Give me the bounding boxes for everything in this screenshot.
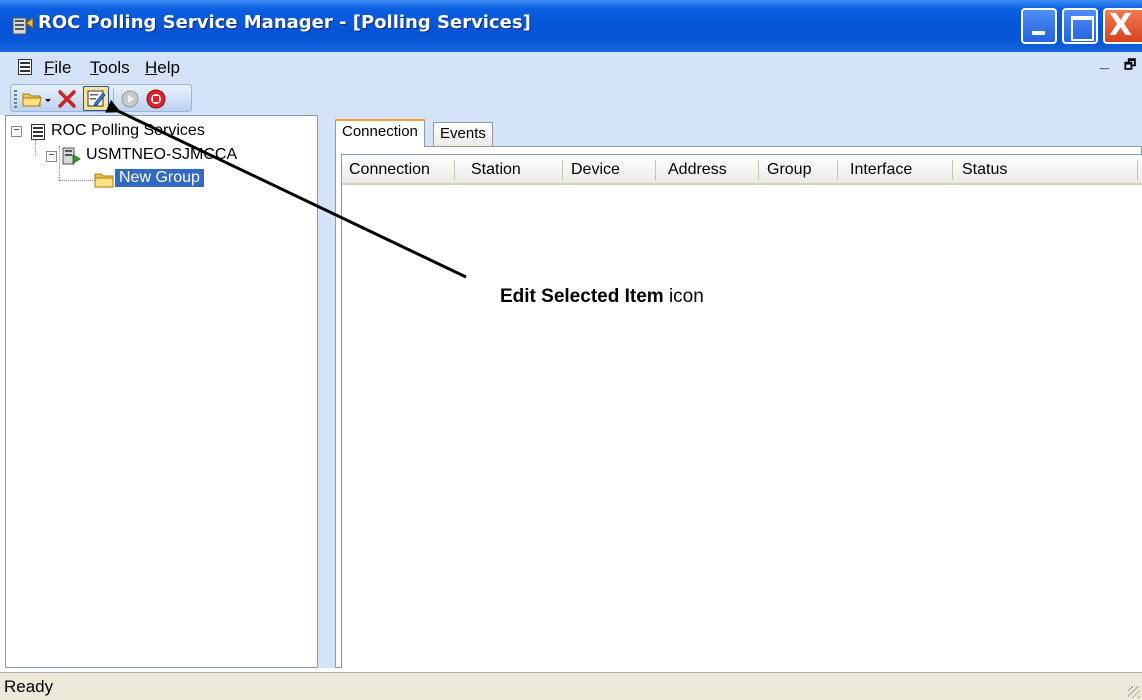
tree-pane[interactable]: − ROC Polling Services − USMTNEO-SJMCCA … [5, 115, 318, 668]
maximize-button[interactable] [1062, 8, 1098, 44]
column-separator[interactable] [1137, 160, 1138, 180]
tree-item-label-selected: New Group [115, 169, 204, 187]
play-icon[interactable] [119, 88, 141, 110]
column-header-group[interactable]: Group [767, 161, 811, 179]
toolbar-grip[interactable] [14, 90, 17, 108]
collapse-icon[interactable]: − [11, 126, 22, 137]
connections-list[interactable]: Connection Station Device Address Group … [341, 154, 1142, 668]
toolbar-separator [113, 88, 114, 110]
open-folder-icon[interactable] [21, 88, 43, 110]
toolbar [10, 84, 192, 112]
status-bar: Ready [0, 672, 1142, 700]
annotation-label: Edit Selected Item icon [500, 286, 704, 307]
column-separator[interactable] [837, 160, 838, 180]
menu-bar: File Tools Help _ 🗗 [0, 52, 1142, 82]
list-header: Connection Station Device Address Group … [342, 155, 1142, 185]
column-separator[interactable] [454, 160, 455, 180]
column-header-station[interactable]: Station [471, 161, 521, 179]
chevron-down-icon[interactable] [43, 88, 53, 110]
column-separator[interactable] [952, 160, 953, 180]
tree-item-label: USMTNEO-SJMCCA [86, 146, 238, 163]
title-bar[interactable]: ROC Polling Service Manager - [Polling S… [0, 0, 1142, 52]
server-play-icon [62, 147, 81, 165]
column-separator[interactable] [655, 160, 656, 180]
tab-events[interactable]: Events [433, 122, 493, 146]
column-separator[interactable] [562, 160, 563, 180]
pane-splitter[interactable] [318, 115, 330, 668]
column-header-status[interactable]: Status [962, 161, 1007, 179]
menu-file[interactable]: File [44, 58, 71, 78]
menu-help[interactable]: Help [145, 58, 180, 78]
tree-connector [35, 140, 36, 156]
stop-icon[interactable] [145, 88, 167, 110]
column-header-address[interactable]: Address [668, 161, 727, 179]
tree-connector [59, 146, 60, 180]
collapse-icon[interactable]: − [46, 151, 57, 162]
red-x-icon[interactable] [56, 88, 78, 110]
window-title: ROC Polling Service Manager - [Polling S… [38, 12, 531, 33]
edit-selected-item-button[interactable] [83, 86, 109, 111]
app-icon [12, 17, 34, 35]
tab-connection[interactable]: Connection [335, 119, 425, 147]
column-header-interface[interactable]: Interface [850, 161, 912, 179]
folder-icon [94, 173, 114, 188]
tree-connector [59, 180, 95, 181]
mdi-minimize-button[interactable]: _ [1100, 54, 1109, 72]
services-icon [31, 124, 45, 140]
resize-grip[interactable] [1128, 686, 1140, 698]
column-separator[interactable] [758, 160, 759, 180]
document-icon[interactable] [18, 59, 32, 75]
close-icon: X [1109, 8, 1133, 43]
tree-item-label: ROC Polling Services [51, 122, 205, 139]
column-header-device[interactable]: Device [571, 161, 620, 179]
edit-icon [87, 90, 106, 107]
menu-tools[interactable]: Tools [90, 58, 130, 78]
status-text: Ready [4, 677, 54, 696]
close-button[interactable]: X [1103, 8, 1142, 44]
mdi-restore-button[interactable]: 🗗 [1124, 56, 1136, 78]
column-header-connection[interactable]: Connection [349, 161, 430, 179]
minimize-button[interactable] [1021, 8, 1057, 44]
